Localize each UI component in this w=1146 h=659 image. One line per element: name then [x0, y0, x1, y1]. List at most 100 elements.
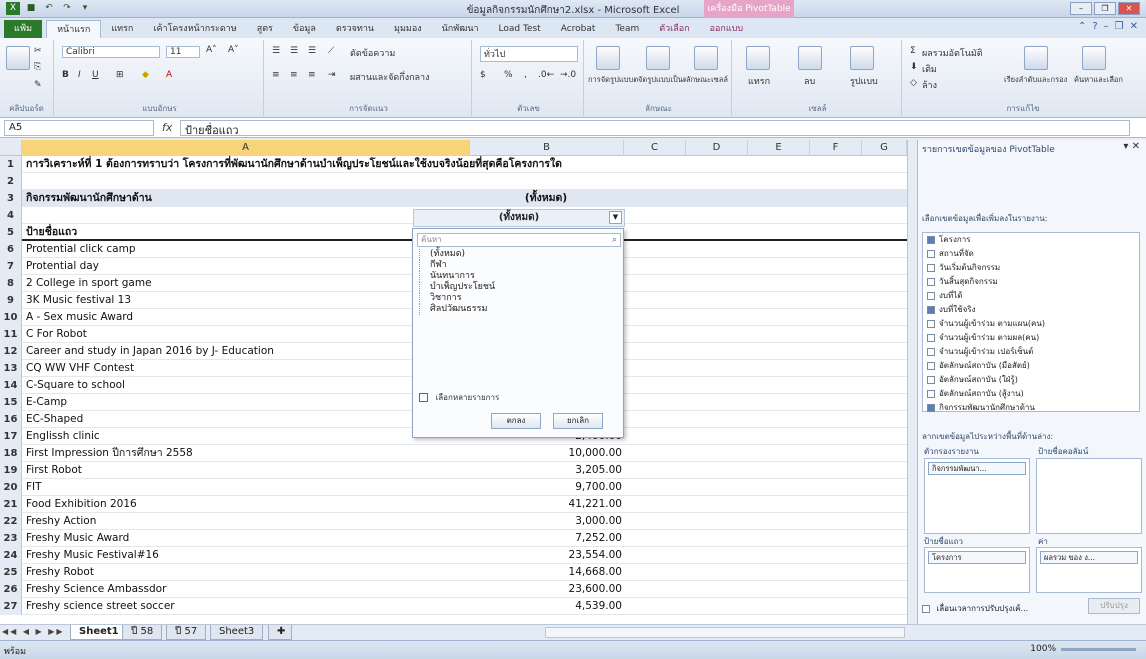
workbook-close-icon[interactable]: ✕: [1130, 21, 1138, 32]
field-checkbox[interactable]: [927, 291, 935, 300]
tab-load-test[interactable]: Load Test: [489, 20, 551, 38]
row-number[interactable]: 13: [0, 360, 22, 377]
filter-cancel-button[interactable]: ยกเลิก: [553, 413, 603, 429]
font-color-icon[interactable]: A: [166, 70, 172, 80]
borders-icon[interactable]: ⊞: [116, 70, 124, 80]
cell-b[interactable]: 41,221.00: [470, 496, 622, 513]
cell-b[interactable]: 4,539.00: [470, 598, 622, 615]
close-icon[interactable]: ✕: [1118, 2, 1140, 15]
pivot-field-item[interactable]: กิจกรรมพัฒนานักศึกษาด้าน: [923, 401, 1139, 415]
cell-b[interactable]: 14,668.00: [470, 564, 622, 581]
vertical-scrollbar[interactable]: [907, 140, 917, 624]
column-header-c[interactable]: C: [624, 140, 686, 156]
filter-header-cell[interactable]: (ทั้งหมด) ▼: [413, 209, 625, 227]
cell-a[interactable]: Freshy Action: [26, 513, 96, 530]
value-field-chip[interactable]: ผลรวม ของ ง...: [1040, 551, 1138, 564]
pivot-field-item[interactable]: อัตลักษณ์สถาบัน (ใฝ่รู้): [923, 373, 1139, 387]
autosum-icon[interactable]: Σ: [910, 46, 916, 56]
filter-search-input[interactable]: ค้นหา ⌕: [417, 233, 621, 247]
report-filter-area[interactable]: กิจกรรมพัฒนา...: [924, 458, 1030, 534]
row-number[interactable]: 2: [0, 173, 22, 190]
align-right-icon[interactable]: ≡: [308, 70, 316, 80]
row-number[interactable]: 14: [0, 377, 22, 394]
field-checkbox[interactable]: [927, 305, 935, 314]
cell-a[interactable]: First Impression ปีการศึกษา 2558: [26, 445, 193, 462]
row-number[interactable]: 21: [0, 496, 22, 513]
cell-a[interactable]: EC-Shaped: [26, 411, 83, 428]
row-number[interactable]: 24: [0, 547, 22, 564]
align-middle-icon[interactable]: ☰: [290, 46, 298, 56]
pivot-field-item[interactable]: จำนวนผู้เข้าร่วม เปอร์เซ็นต์: [923, 345, 1139, 359]
sort-filter-button[interactable]: เรียงลำดับและกรอง: [1004, 74, 1067, 86]
column-header-a[interactable]: A: [22, 140, 470, 156]
insert-sheet-icon[interactable]: ✚: [268, 625, 292, 640]
cell-a[interactable]: CQ WW VHF Contest: [26, 360, 134, 377]
field-checkbox[interactable]: [927, 235, 935, 244]
tab-page-layout[interactable]: เค้าโครงหน้ากระดาษ: [143, 20, 246, 38]
row-number[interactable]: 15: [0, 394, 22, 411]
row-number[interactable]: 8: [0, 275, 22, 292]
shrink-font-icon[interactable]: A˅: [228, 45, 239, 55]
tab-view[interactable]: มุมมอง: [384, 20, 432, 38]
align-left-icon[interactable]: ≡: [272, 70, 280, 80]
bold-icon[interactable]: B: [62, 70, 69, 80]
cell-a[interactable]: Freshy Science Ambassdor: [26, 581, 166, 598]
field-checkbox[interactable]: [927, 389, 935, 398]
cell-styles-button[interactable]: ลักษณะเซลล์: [686, 74, 730, 86]
pivot-field-item[interactable]: งบที่ใช้จริง: [923, 303, 1139, 317]
column-labels-area[interactable]: [1036, 458, 1142, 534]
fill-color-icon[interactable]: ◆: [142, 70, 149, 80]
horizontal-scrollbar[interactable]: [545, 627, 905, 638]
format-table-button[interactable]: จัดรูปแบบเป็นตาราง: [638, 74, 686, 86]
format-table-icon[interactable]: [646, 46, 670, 70]
field-checkbox[interactable]: [927, 375, 935, 384]
percent-icon[interactable]: %: [504, 70, 513, 80]
cell-a[interactable]: C For Robot: [26, 326, 87, 343]
find-select-button[interactable]: ค้นหาและเลือก: [1074, 74, 1123, 86]
cell-a[interactable]: C-Square to school: [26, 377, 125, 394]
cell-a[interactable]: A - Sex music Award: [26, 309, 133, 326]
cell-a[interactable]: E-Camp: [26, 394, 67, 411]
row-number[interactable]: 25: [0, 564, 22, 581]
pivot-field-item[interactable]: โครงการ: [923, 233, 1139, 247]
row-number[interactable]: 20: [0, 479, 22, 496]
row-labels-area[interactable]: โครงการ: [924, 547, 1030, 593]
name-box[interactable]: A5: [4, 120, 154, 136]
field-checkbox[interactable]: [927, 361, 935, 370]
tab-data[interactable]: ข้อมูล: [283, 20, 326, 38]
decrease-decimal-icon[interactable]: →.0: [560, 70, 576, 80]
fill-button[interactable]: เติม: [922, 62, 937, 76]
currency-icon[interactable]: $: [480, 70, 486, 80]
row-number[interactable]: 23: [0, 530, 22, 547]
sheet-nav-arrows[interactable]: ◀◀ ◀ ▶ ▶▶: [2, 627, 65, 636]
paste-icon[interactable]: [6, 46, 30, 70]
select-all-corner[interactable]: [0, 140, 22, 156]
clear-button[interactable]: ล้าง: [922, 78, 937, 92]
conditional-format-icon[interactable]: [596, 46, 620, 70]
cell-a[interactable]: First Robot: [26, 462, 82, 479]
restore-icon[interactable]: ❐: [1094, 2, 1116, 15]
filter-item[interactable]: ศิลปวัฒนธรรม: [419, 304, 619, 315]
row-number[interactable]: 6: [0, 241, 22, 258]
update-button[interactable]: ปรับปรุง: [1088, 598, 1140, 614]
format-painter-icon[interactable]: ✎: [34, 80, 42, 90]
pivot-field-item[interactable]: งบที่ได้: [923, 289, 1139, 303]
multi-select-checkbox[interactable]: [419, 393, 428, 402]
comma-icon[interactable]: ,: [524, 70, 527, 80]
cell-a[interactable]: กิจกรรมพัฒนานักศึกษาด้าน: [26, 190, 152, 207]
row-number[interactable]: 7: [0, 258, 22, 275]
cell-a[interactable]: Career and study in Japan 2016 by J- Edu…: [26, 343, 274, 360]
defer-update-checkbox[interactable]: [922, 604, 930, 613]
copy-icon[interactable]: ⎘: [34, 62, 41, 72]
insert-cells-icon[interactable]: [746, 46, 770, 70]
minimize-ribbon-icon[interactable]: ⌃: [1078, 21, 1086, 32]
field-checkbox[interactable]: [927, 263, 935, 272]
font-name-select[interactable]: Calibri: [62, 46, 160, 58]
align-top-icon[interactable]: ☰: [272, 46, 280, 56]
number-format-select[interactable]: ทั่วไป: [480, 46, 578, 62]
format-cells-icon[interactable]: [850, 46, 874, 70]
cell-a[interactable]: Protential click camp: [26, 241, 136, 258]
row-number[interactable]: 27: [0, 598, 22, 615]
zoom-slider[interactable]: [1061, 648, 1136, 651]
formula-input[interactable]: ป้ายชื่อแถว: [180, 120, 1130, 137]
